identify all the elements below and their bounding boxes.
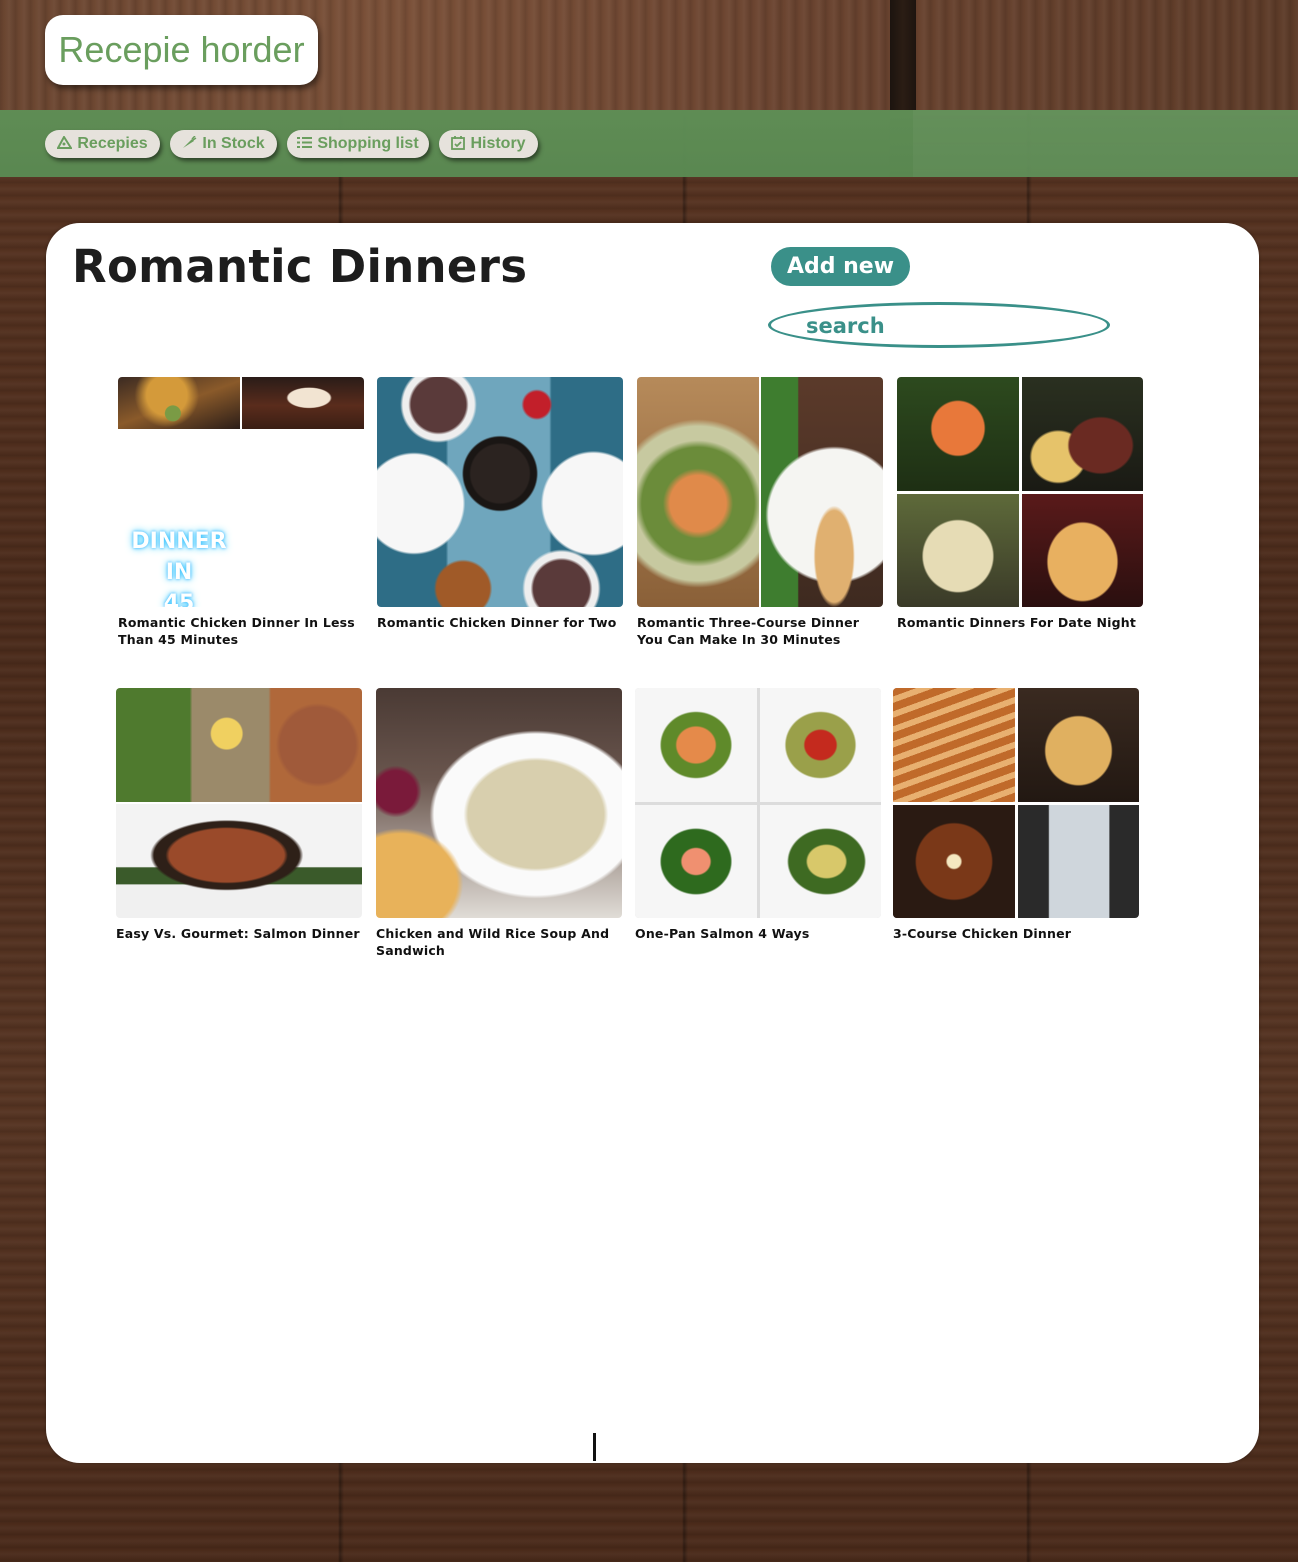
search-input[interactable] — [804, 311, 1098, 341]
recipe-card[interactable]: Romantic Dinners For Date Night — [897, 377, 1143, 631]
nav-history-button[interactable]: History — [439, 130, 538, 158]
recipe-title[interactable]: Chicken and Wild Rice Soup And Sandwich — [376, 925, 622, 959]
app-title[interactable]: Recepie horder — [45, 15, 318, 85]
nav-in-stock-label: In Stock — [202, 135, 265, 152]
recipe-title[interactable]: Romantic Dinners For Date Night — [897, 614, 1143, 631]
calendar-check-icon — [451, 135, 466, 153]
nav-recepies-button[interactable]: Recepies — [45, 130, 160, 158]
recipe-image — [635, 688, 881, 918]
recipe-card[interactable]: Chicken and Wild Rice Soup And Sandwich — [376, 688, 622, 959]
recipe-image — [637, 377, 883, 607]
pizza-slice-icon — [56, 135, 74, 152]
recipe-image — [377, 377, 623, 607]
recipe-title[interactable]: One-Pan Salmon 4 Ways — [635, 925, 881, 942]
page-title: Romantic Dinners — [72, 240, 528, 293]
nav-recepies-label: Recepies — [77, 135, 148, 152]
recipe-image — [893, 688, 1139, 918]
nav-in-stock-button[interactable]: In Stock — [170, 130, 277, 158]
recipe-title[interactable]: Romantic Chicken Dinner In Less Than 45 … — [118, 614, 364, 648]
recipe-image — [116, 688, 362, 918]
add-new-button[interactable]: Add new — [771, 247, 910, 286]
search-field[interactable] — [768, 302, 1110, 348]
recipe-card[interactable]: 3-Course Chicken Dinner — [893, 688, 1139, 942]
nav-shopping-list-label: Shopping list — [317, 135, 419, 152]
recipe-image — [376, 688, 622, 918]
recipe-image-overlay-text: DINNER IN 45 MINUTES — [131, 529, 227, 607]
recipe-title[interactable]: 3-Course Chicken Dinner — [893, 925, 1139, 942]
list-icon — [297, 136, 313, 152]
wood-plank-gap — [890, 0, 916, 110]
carrot-icon — [182, 135, 197, 152]
recipe-card[interactable]: One-Pan Salmon 4 Ways — [635, 688, 881, 942]
recipe-title[interactable]: Easy Vs. Gourmet: Salmon Dinner — [116, 925, 362, 942]
recipe-card[interactable]: Easy Vs. Gourmet: Salmon Dinner — [116, 688, 362, 942]
recipe-card[interactable]: Romantic Chicken Dinner for Two — [377, 377, 623, 631]
nav-shopping-list-button[interactable]: Shopping list — [287, 130, 429, 158]
recipe-image — [897, 377, 1143, 607]
recipe-title[interactable]: Romantic Three-Course Dinner You Can Mak… — [637, 614, 883, 648]
recipe-title[interactable]: Romantic Chicken Dinner for Two — [377, 614, 623, 631]
recipe-image: DINNER IN 45 MINUTES — [118, 377, 364, 607]
nav-history-label: History — [470, 135, 526, 152]
recipe-card[interactable]: Romantic Three-Course Dinner You Can Mak… — [637, 377, 883, 648]
recipe-card[interactable]: DINNER IN 45 MINUTES Romantic Chicken Di… — [118, 377, 364, 648]
text-cursor — [593, 1433, 596, 1461]
